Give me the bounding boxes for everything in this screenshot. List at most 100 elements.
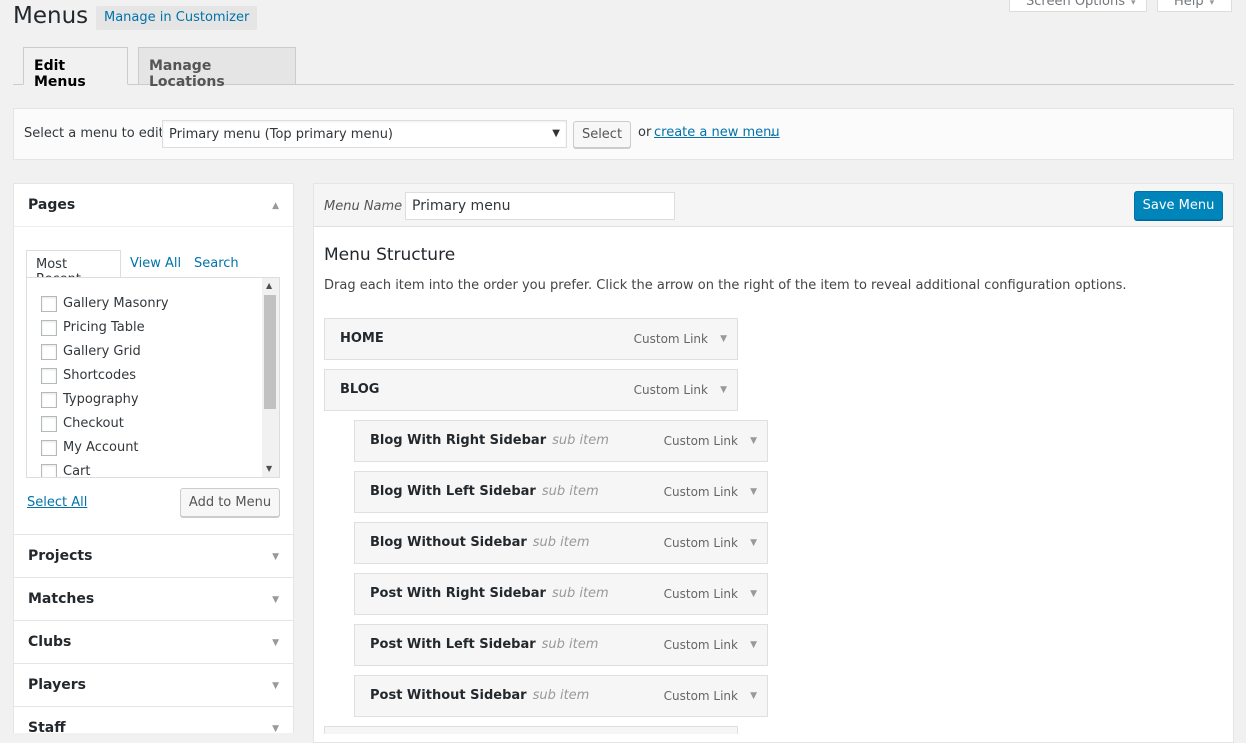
- menu-name-input[interactable]: Primary menu: [405, 192, 675, 220]
- pages-checklist: Gallery Masonry Pricing Table Gallery Gr…: [26, 277, 280, 478]
- help-label: Help: [1174, 0, 1204, 9]
- menu-select[interactable]: Primary menu (Top primary menu) ▼: [162, 120, 567, 148]
- chevron-down-icon[interactable]: ▼: [750, 691, 757, 701]
- menu-item[interactable]: HOME Custom Link ▼: [324, 318, 738, 360]
- chevron-down-icon: ▾: [1209, 0, 1215, 8]
- checkbox[interactable]: [41, 296, 57, 312]
- period-text: .: [770, 125, 775, 140]
- select-menu-label: Select a menu to edit:: [24, 126, 169, 141]
- menu-item-sub-label: sub item: [552, 433, 609, 448]
- menu-item-sub-label: sub item: [532, 688, 590, 703]
- accordion-clubs[interactable]: Clubs ▼: [13, 620, 294, 664]
- menu-item-type: Custom Link: [663, 638, 738, 652]
- menu-item[interactable]: Post With Left Sidebar sub item Custom Li…: [354, 624, 768, 666]
- checkbox[interactable]: [41, 416, 57, 432]
- menu-item[interactable]: BLOG Custom Link ▼: [324, 369, 738, 411]
- chevron-down-icon: ▼: [272, 595, 279, 605]
- chevron-down-icon[interactable]: ▼: [720, 385, 727, 395]
- create-new-menu-link[interactable]: create a new menu: [654, 125, 780, 140]
- scrollbar-thumb[interactable]: [264, 295, 276, 409]
- checkbox[interactable]: [41, 344, 57, 360]
- accordion-matches[interactable]: Matches ▼: [13, 577, 294, 621]
- menu-item[interactable]: Blog With Left Sidebar sub item Custom Li…: [354, 471, 768, 513]
- manage-in-customizer-button[interactable]: Manage in Customizer: [96, 6, 258, 30]
- save-menu-button[interactable]: Save Menu: [1134, 191, 1223, 220]
- checkbox[interactable]: [41, 440, 57, 456]
- chevron-down-icon[interactable]: ▼: [720, 334, 727, 344]
- menu-item[interactable]: Post Without Sidebar sub item Custom Link…: [354, 675, 768, 717]
- tab-most-recent[interactable]: Most Recent: [26, 250, 121, 287]
- menu-item-title: Blog With Right Sidebar: [370, 433, 547, 448]
- chevron-down-icon[interactable]: ▼: [750, 640, 757, 650]
- manage-menus-bar: Select a menu to edit: Primary menu (Top…: [13, 108, 1234, 160]
- menu-item-sub-label: sub item: [541, 484, 599, 499]
- checkbox[interactable]: [41, 392, 57, 408]
- menu-name-label: Menu Name: [324, 199, 403, 214]
- or-text: or: [638, 125, 652, 140]
- menu-item-title: BLOG: [340, 382, 380, 397]
- scroll-up-icon[interactable]: ▲: [266, 281, 272, 290]
- menu-select-value: Primary menu (Top primary menu): [169, 127, 394, 142]
- scroll-down-icon[interactable]: ▼: [266, 464, 272, 473]
- accordion-title: Projects: [28, 548, 93, 564]
- chevron-down-icon[interactable]: ▼: [750, 487, 757, 497]
- menu-item[interactable]: Blog Without Sidebar sub item Custom Link…: [354, 522, 768, 564]
- menu-item-sub-label: sub item: [532, 535, 590, 550]
- menu-item-title: Blog With Left Sidebar: [370, 484, 536, 499]
- page-title: Menus: [13, 3, 89, 29]
- chevron-up-icon: ▲: [272, 201, 279, 211]
- menu-item-title: Post With Right Sidebar: [370, 586, 546, 601]
- menu-item[interactable]: Post With Right Sidebar sub item Custom L…: [354, 573, 768, 615]
- tab-manage-locations[interactable]: Manage Locations: [138, 47, 296, 90]
- chevron-down-icon: ▼: [272, 681, 279, 691]
- accordion-title: Players: [28, 677, 86, 693]
- accordion-projects[interactable]: Projects ▼: [13, 534, 294, 578]
- select-button[interactable]: Select: [573, 121, 631, 148]
- checkbox[interactable]: [41, 320, 57, 336]
- accordion-title: Clubs: [28, 634, 72, 650]
- menu-item-title: Post With Left Sidebar: [370, 637, 536, 652]
- checkbox[interactable]: [41, 464, 57, 477]
- caret-down-icon: ▼: [552, 128, 560, 139]
- tab-edit-menus[interactable]: Edit Menus: [23, 47, 128, 90]
- chevron-down-icon[interactable]: ▼: [750, 589, 757, 599]
- tab-search[interactable]: Search: [194, 256, 239, 271]
- menu-item-type: Custom Link: [663, 587, 738, 601]
- chevron-down-icon: ▼: [272, 638, 279, 648]
- screen-options-label: Screen Options: [1026, 0, 1125, 9]
- pages-accordion-header[interactable]: Pages ▲: [14, 184, 293, 227]
- menu-item[interactable]: Blog With Right Sidebar sub item Custom L…: [354, 420, 768, 462]
- menu-header: Menu Name Primary menu Save Menu: [314, 184, 1233, 227]
- menu-item-type: Custom Link: [633, 332, 708, 346]
- menu-item-type: Custom Link: [663, 485, 738, 499]
- menu-item-sub-label: sub item: [551, 586, 609, 601]
- scrollbar[interactable]: ▲ ▼: [262, 278, 279, 477]
- screen-options-tab[interactable]: Screen Options ▾: [1009, 0, 1147, 12]
- chevron-down-icon[interactable]: ▼: [750, 538, 757, 548]
- add-to-menu-button[interactable]: Add to Menu: [180, 488, 280, 517]
- menu-structure-title: Menu Structure: [324, 245, 456, 265]
- checkbox[interactable]: [41, 368, 57, 384]
- menu-structure-description: Drag each item into the order you prefer…: [324, 278, 1127, 293]
- accordion-staff[interactable]: Staff ▼: [13, 706, 294, 736]
- tab-view-all[interactable]: View All: [130, 256, 181, 271]
- menu-item-type: Custom Link: [663, 689, 738, 703]
- chevron-down-icon[interactable]: ▼: [750, 436, 757, 446]
- menu-item-title: HOME: [340, 331, 384, 346]
- menu-management: Menu Name Primary menu Save Menu Menu St…: [313, 183, 1234, 743]
- pages-accordion-title: Pages: [28, 197, 76, 213]
- menu-item-type: Custom Link: [663, 434, 738, 448]
- menu-item-type: Custom Link: [663, 536, 738, 550]
- menu-item-title: Blog Without Sidebar: [370, 535, 527, 550]
- help-tab[interactable]: Help ▾: [1157, 0, 1232, 12]
- menu-item-sub-label: sub item: [541, 637, 599, 652]
- accordion-title: Matches: [28, 591, 95, 607]
- accordion-title: Staff: [28, 720, 66, 736]
- select-all-link[interactable]: Select All: [27, 495, 87, 510]
- chevron-down-icon: ▾: [1131, 0, 1136, 8]
- menu-item-title: Post Without Sidebar: [370, 688, 527, 703]
- menu-item-type: Custom Link: [633, 383, 708, 397]
- pages-tabs: Most Recent View All Search: [26, 250, 280, 287]
- accordion-players[interactable]: Players ▼: [13, 663, 294, 707]
- chevron-down-icon: ▼: [272, 552, 279, 562]
